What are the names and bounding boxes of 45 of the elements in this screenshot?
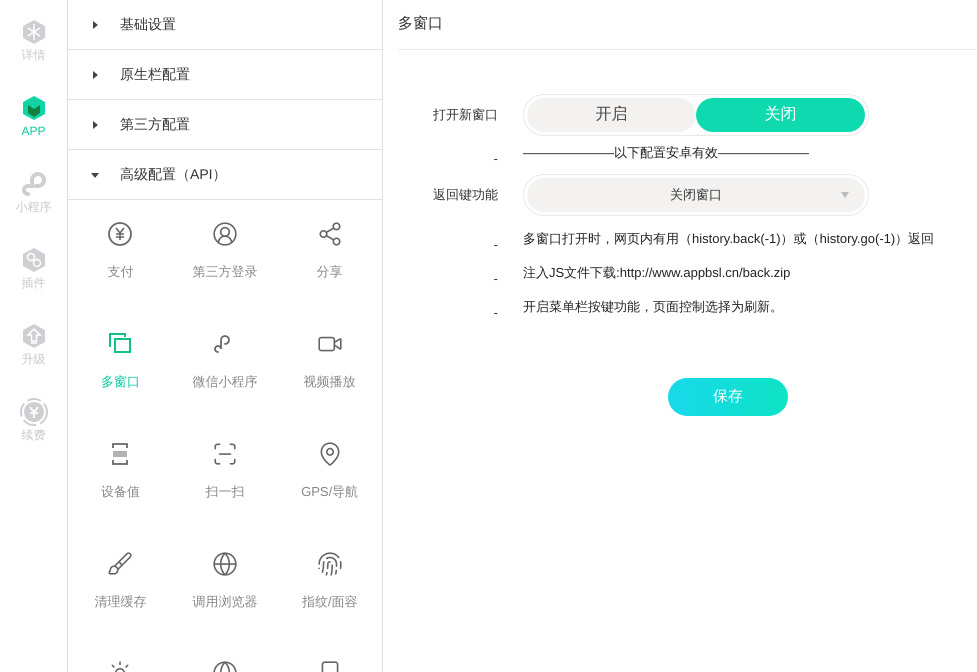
yen-icon [107, 221, 134, 247]
page-title: 多窗口 [398, 14, 443, 34]
select-value: 关闭窗口 [670, 186, 722, 204]
yen-coin-icon [20, 398, 48, 426]
feature-item[interactable]: 多窗口 [68, 330, 173, 402]
scan-icon [212, 441, 238, 467]
feature-item[interactable]: 支付 [68, 220, 173, 292]
caret-icon [90, 20, 100, 30]
accordion-header[interactable]: 原生栏配置 [68, 50, 382, 100]
globe-icon [212, 551, 238, 577]
toggle-option[interactable]: 关闭 [696, 98, 865, 132]
select-field[interactable]: 关闭窗口 [523, 174, 869, 216]
note-text: 多窗口打开时，网页内有用（history.back(-1)）或（history.go(-1)）返回 [523, 230, 934, 248]
feature-item[interactable]: 第三方登录 [172, 220, 278, 292]
toggle-option[interactable]: 开启 [527, 98, 696, 132]
bullet-mark: - [492, 236, 498, 254]
feature-item[interactable]: 视频播放 [277, 330, 382, 402]
accordion-header[interactable]: 基础设置 [68, 0, 382, 50]
bullet-mark: - [492, 150, 498, 168]
field-label: 打开新窗口 [432, 106, 498, 124]
note-text: 注入JS文件下载:http://www.appbsl.cn/back.zip [523, 264, 790, 282]
rail-item[interactable]: APP [4, 94, 64, 140]
fingerprint-icon [316, 551, 343, 577]
field-label: 返回键功能 [432, 186, 498, 204]
bullet-mark: - [492, 270, 498, 288]
android-note: ———————以下配置安卓有效——————— [523, 144, 809, 162]
feature-item[interactable]: 调用浏览器 [172, 550, 278, 622]
feature-item[interactable]: 清理缓存 [68, 550, 173, 622]
user-icon [212, 221, 238, 247]
feature-item[interactable]: 微信小程序 [172, 330, 278, 402]
note-text: 开启菜单栏按键功能，页面控制选择为刷新。 [523, 298, 783, 316]
accordion-header[interactable]: 第三方配置 [68, 100, 382, 150]
feature-item[interactable]: 扫一扫 [172, 440, 278, 512]
caret-icon [90, 120, 100, 130]
caret-icon [90, 70, 100, 80]
accordion-header[interactable]: 高级配置（API） [68, 150, 382, 200]
feature-item[interactable]: 设备值 [68, 440, 173, 512]
bullet-mark: - [492, 304, 498, 322]
dropdown-caret-icon [841, 192, 849, 198]
brush-icon [107, 551, 134, 577]
feature-item[interactable]: 分享 [277, 220, 382, 292]
feature-item[interactable]: 指纹/面容 [277, 550, 382, 622]
feature-item[interactable]: GPS/导航 [277, 440, 382, 512]
share-icon [316, 221, 343, 247]
link-icon [20, 170, 48, 198]
